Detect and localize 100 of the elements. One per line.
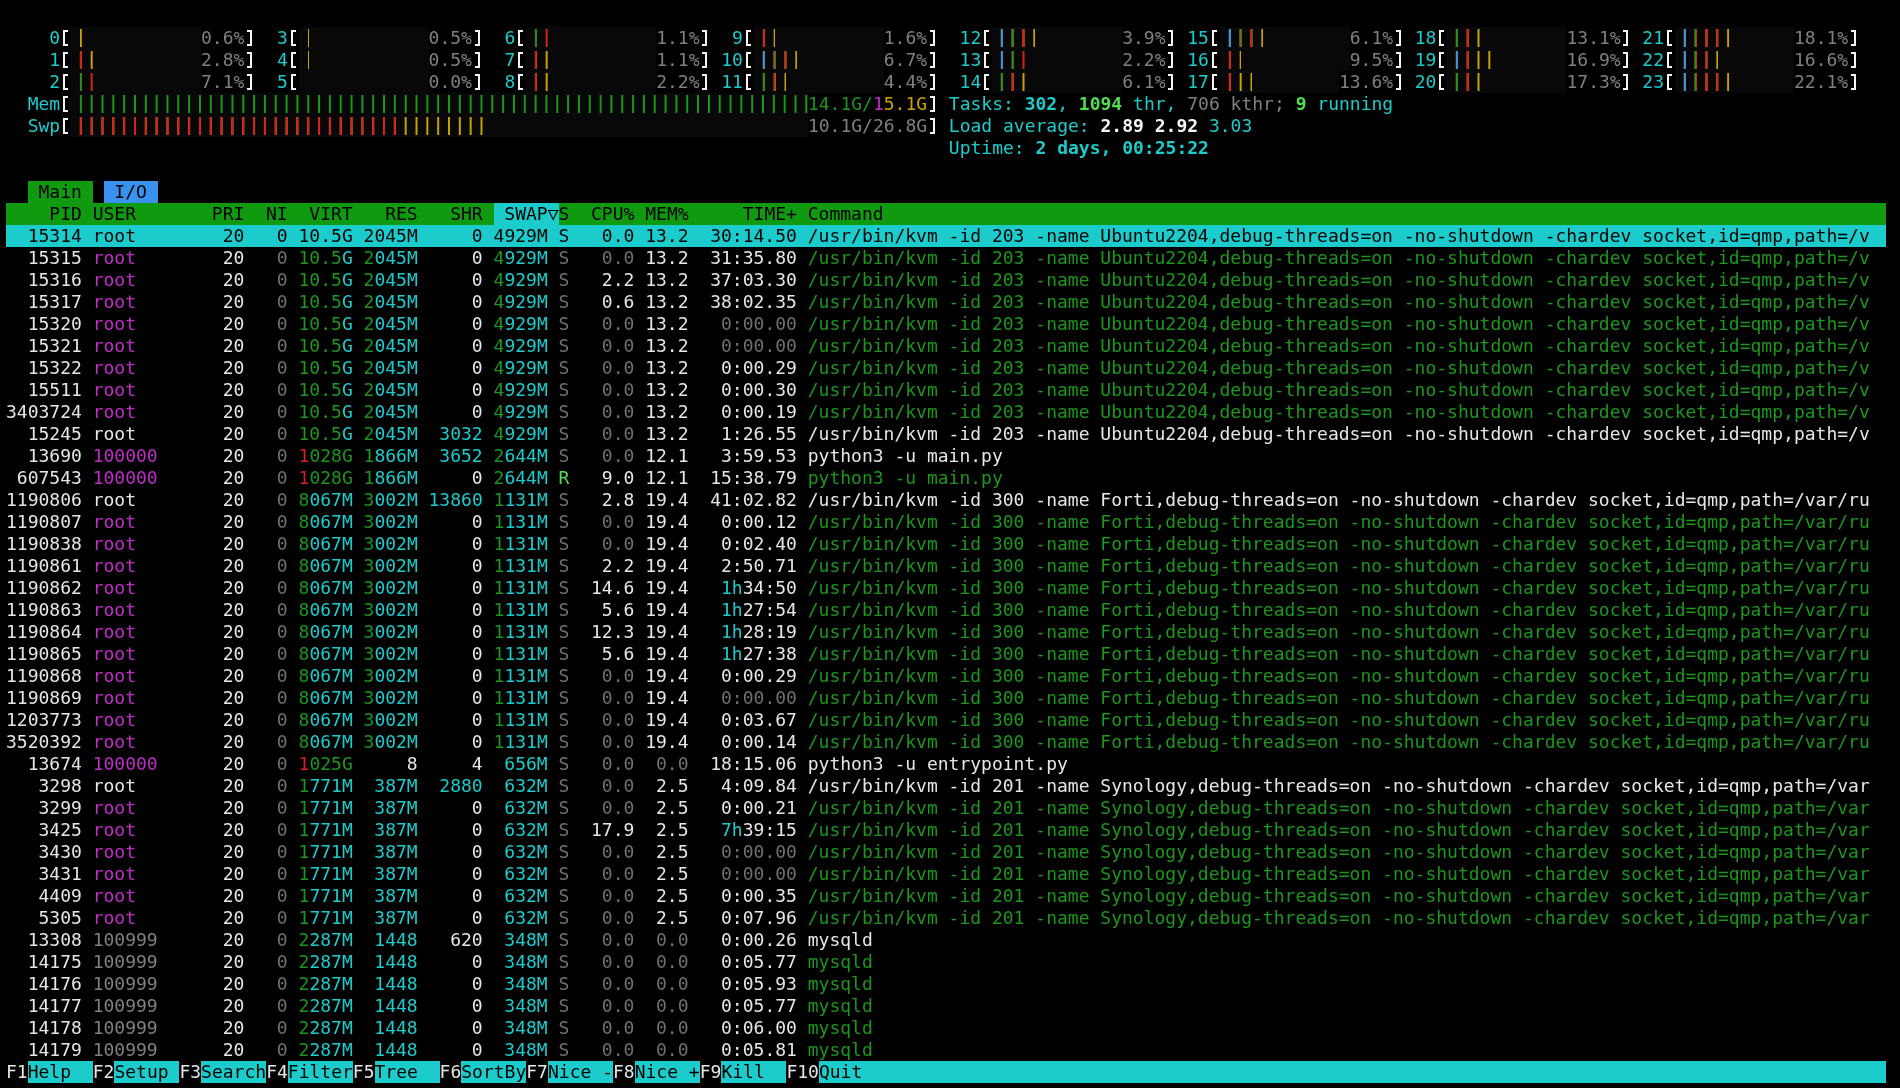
process-row[interactable]: 14175 100999 20 0 2287M 1448 0 348M S 0.0 0.0 0:05.77 mysqld [6, 951, 1886, 973]
process-row[interactable]: 15317 root 20 0 10.5G 2045M 0 4929M S 0.6 13.2 38:02.35 /usr/bin/kvm -id 203 -name Ubuntu2204,debug-threads=on -no-shutdown -chardev socket,id=qmp,path=/v [6, 291, 1886, 313]
table-cell-text: root [92, 687, 138, 709]
column-header[interactable]: NI [255, 203, 288, 225]
table-cell-text: 0 [470, 1039, 483, 1061]
table-cell-text: 0.0 [600, 1017, 635, 1039]
table-cell: 2045M [363, 313, 418, 335]
table-cell-text: 41:02.82 [709, 489, 797, 511]
bracket-icon [1851, 74, 1857, 90]
process-row[interactable]: 14179 100999 20 0 2287M 1448 0 348M S 0.0 0.0 0:05.81 mysqld [6, 1039, 1886, 1061]
bracket-icon [1851, 52, 1857, 68]
table-cell: 1190864 [6, 621, 82, 643]
process-row[interactable]: 3430 root 20 0 1771M 387M 0 632M S 0.0 2.5 0:00.00 /usr/bin/kvm -id 201 -name Synology,debug-threads=on -no-shutdown -chardev socket,id=qmp,path=/var [6, 841, 1886, 863]
process-row[interactable]: 5305 root 20 0 1771M 387M 0 632M S 0.0 2.5 0:07.96 /usr/bin/kvm -id 201 -name Synology,debug-threads=on -no-shutdown -chardev socket,id=qmp,path=/var [6, 907, 1886, 929]
table-cell-text: 0.0 [600, 247, 635, 269]
process-row[interactable]: 1190864 root 20 0 8067M 3002M 0 1131M S 12.3 19.4 1h28:19 /usr/bin/kvm -id 300 -name Forti,debug-threads=on -no-shutdown -chardev socket,id=qmp,path=/var/ru [6, 621, 1886, 643]
process-row[interactable]: 1190863 root 20 0 8067M 3002M 0 1131M S 5.6 19.4 1h27:54 /usr/bin/kvm -id 300 -name Forti,debug-threads=on -no-shutdown -chardev socket,id=qmp,path=/var/ru [6, 599, 1886, 621]
table-cell-text: 0 [275, 401, 288, 423]
process-row[interactable]: 15245 root 20 0 10.5G 2045M 3032 4929M S 0.0 13.2 1:26.55 /usr/bin/kvm -id 203 -name Ubuntu2204,debug-threads=on -no-shutdown -chardev socket,id=qmp,path=/v [6, 423, 1886, 445]
process-row[interactable]: 3298 root 20 0 1771M 387M 2880 632M S 0.0 2.5 4:09.84 /usr/bin/kvm -id 201 -name Synology,debug-threads=on -no-shutdown -chardev socket,id=qmp,path=/var [6, 775, 1886, 797]
column-header[interactable]: SWAP▽ [493, 203, 559, 225]
process-row[interactable]: 14176 100999 20 0 2287M 1448 0 348M S 0.0 0.0 0:05.93 mysqld [6, 973, 1886, 995]
tab[interactable]: Main [27, 181, 93, 203]
table-cell-text: 0 [275, 687, 288, 709]
meter-label: 16 [1186, 49, 1209, 71]
table-cell: 10.5G [298, 379, 353, 401]
table-cell: 2644M [493, 445, 548, 467]
column-header[interactable]: MEM% [645, 203, 689, 225]
table-cell: 10.5G [298, 225, 353, 247]
process-row[interactable]: 1190806 root 20 0 8067M 3002M 13860 1131M S 2.8 19.4 41:02.82 /usr/bin/kvm -id 300 -name Forti,debug-threads=on -no-shutdown -chardev socket,id=qmp,path=/var/ru [6, 489, 1886, 511]
table-cell: 1025G [298, 753, 353, 775]
table-cell-text: 0 [275, 445, 288, 467]
process-row[interactable]: 3431 root 20 0 1771M 387M 0 632M S 0.0 2.5 0:00.00 /usr/bin/kvm -id 201 -name Synology,debug-threads=on -no-shutdown -chardev socket,id=qmp,path=/var [6, 863, 1886, 885]
column-header[interactable]: PID [6, 203, 82, 225]
process-row[interactable]: 3425 root 20 0 1771M 387M 0 632M S 17.9 2.5 7h39:15 /usr/bin/kvm -id 201 -name Synology,debug-threads=on -no-shutdown -chardev socket,id=qmp,path=/var [6, 819, 1886, 841]
process-row[interactable]: 3520392 root 20 0 8067M 3002M 0 1131M S 0.0 19.4 0:00.14 /usr/bin/kvm -id 300 -name Forti,debug-threads=on -no-shutdown -chardev socket,id=qmp,path=/var/ru [6, 731, 1886, 753]
process-row[interactable]: 1190807 root 20 0 8067M 3002M 0 1131M S 0.0 19.4 0:00.12 /usr/bin/kvm -id 300 -name Forti,debug-threads=on -no-shutdown -chardev socket,id=qmp,path=/var/ru [6, 511, 1886, 533]
process-row[interactable]: 3299 root 20 0 1771M 387M 0 632M S 0.0 2.5 0:00.21 /usr/bin/kvm -id 201 -name Synology,debug-threads=on -no-shutdown -chardev socket,id=qmp,path=/var [6, 797, 1886, 819]
meter-label: 15 [1186, 27, 1209, 49]
table-cell: 2045M [363, 335, 418, 357]
process-row[interactable]: 14177 100999 20 0 2287M 1448 0 348M S 0.0 0.0 0:05.77 mysqld [6, 995, 1886, 1017]
process-row[interactable]: 15320 root 20 0 10.5G 2045M 0 4929M S 0.0 13.2 0:00.00 /usr/bin/kvm -id 203 -name Ubuntu2204,debug-threads=on -no-shutdown -chardev socket,id=qmp,path=/v [6, 313, 1886, 335]
process-row[interactable]: 13690 100000 20 0 1028G 1866M 3652 2644M S 0.0 12.1 3:59.53 python3 -u main.py [6, 445, 1886, 467]
column-header[interactable]: PRI [201, 203, 245, 225]
table-cell-text: 0 [275, 709, 288, 731]
table-cell-text: root [92, 489, 138, 511]
table-cell-text: 1448 [373, 951, 418, 973]
table-cell-text: 1448 [373, 1017, 418, 1039]
process-row[interactable]: 1190865 root 20 0 8067M 3002M 0 1131M S 5.6 19.4 1h27:38 /usr/bin/kvm -id 300 -name Forti,debug-threads=on -no-shutdown -chardev socket,id=qmp,path=/var/ru [6, 643, 1886, 665]
meter-value: 4.4% [883, 71, 928, 93]
process-row[interactable]: 13308 100999 20 0 2287M 1448 620 348M S 0.0 0.0 0:00.26 mysqld [6, 929, 1886, 951]
column-header[interactable]: TIME+ [699, 203, 797, 225]
table-cell-text: 348M [503, 1039, 548, 1061]
process-row[interactable]: 13674 100000 20 0 1025G 8 4 656M S 0.0 0.0 18:15.06 python3 -u entrypoint.py [6, 753, 1886, 775]
table-cell: 3002M [363, 577, 418, 599]
table-cell-text: 1:26.55 [720, 423, 797, 445]
meter-value: 10.1G/26.8G [807, 115, 928, 137]
table-cell: 4929M [493, 269, 548, 291]
table-cell-text: 0 [470, 247, 483, 269]
process-row[interactable]: 4409 root 20 0 1771M 387M 0 632M S 0.0 2.5 0:00.35 /usr/bin/kvm -id 201 -name Synology,debug-threads=on -no-shutdown -chardev socket,id=qmp,path=/var [6, 885, 1886, 907]
process-row[interactable]: 1190861 root 20 0 8067M 3002M 0 1131M S 2.2 19.4 2:50.71 /usr/bin/kvm -id 300 -name Forti,debug-threads=on -no-shutdown -chardev socket,id=qmp,path=/var/ru [6, 555, 1886, 577]
process-row[interactable]: 15321 root 20 0 10.5G 2045M 0 4929M S 0.0 13.2 0:00.00 /usr/bin/kvm -id 203 -name Ubuntu2204,debug-threads=on -no-shutdown -chardev socket,id=qmp,path=/v [6, 335, 1886, 357]
table-cell-text: 0 [470, 797, 483, 819]
process-row[interactable]: 607543 100000 20 0 1028G 1866M 0 2644M R 9.0 12.1 15:38.79 python3 -u main.py [6, 467, 1886, 489]
meter-label: 8 [503, 71, 516, 93]
process-row[interactable]: 1190862 root 20 0 8067M 3002M 0 1131M S 14.6 19.4 1h34:50 /usr/bin/kvm -id 300 -name Forti,debug-threads=on -no-shutdown -chardev socket,id=qmp,path=/var/ru [6, 577, 1886, 599]
table-cell-text: 0.0 [600, 335, 635, 357]
tab[interactable]: I/O [103, 181, 158, 203]
table-cell-text: /usr/bin/kvm -id 203 -name Ubuntu2204,debug-threads=on -no-shutdown -chardev socket,id=qmp,path=/v [807, 423, 1871, 445]
table-cell-text: /usr/bin/kvm -id 203 -name Ubuntu2204,debug-threads=on -no-shutdown -chardev socket,id=qmp,path=/v [807, 335, 1871, 357]
process-row[interactable]: 1203773 root 20 0 8067M 3002M 0 1131M S 0.0 19.4 0:03.67 /usr/bin/kvm -id 300 -name Forti,debug-threads=on -no-shutdown -chardev socket,id=qmp,path=/var/ru [6, 709, 1886, 731]
process-row[interactable]: 3403724 root 20 0 10.5G 2045M 0 4929M S 0.0 13.2 0:00.19 /usr/bin/kvm -id 203 -name Ubuntu2204,debug-threads=on -no-shutdown -chardev socket,id=qmp,path=/v [6, 401, 1886, 423]
process-row[interactable]: 1190868 root 20 0 8067M 3002M 0 1131M S 0.0 19.4 0:00.29 /usr/bin/kvm -id 300 -name Forti,debug-threads=on -no-shutdown -chardev socket,id=qmp,path=/var/ru [6, 665, 1886, 687]
table-cell-text: 0 [470, 225, 483, 247]
column-header[interactable]: SHR [428, 203, 483, 225]
process-row[interactable]: 15322 root 20 0 10.5G 2045M 0 4929M S 0.0 13.2 0:00.29 /usr/bin/kvm -id 203 -name Ubuntu2204,debug-threads=on -no-shutdown -chardev socket,id=qmp,path=/v [6, 357, 1886, 379]
column-header[interactable]: VIRT [298, 203, 353, 225]
column-header[interactable]: USER [92, 203, 191, 225]
process-row[interactable]: 14178 100999 20 0 2287M 1448 0 348M S 0.0 0.0 0:06.00 mysqld [6, 1017, 1886, 1039]
table-cell-text: 3032 [438, 423, 483, 445]
table-cell-text: 20 [221, 951, 245, 973]
table-cell-text: 387M [373, 797, 418, 819]
bracket-icon [518, 74, 524, 90]
table-cell-text: root [92, 621, 138, 643]
table-cell: 3002M [363, 511, 418, 533]
column-header[interactable]: CPU% [580, 203, 635, 225]
process-row[interactable]: 1190869 root 20 0 8067M 3002M 0 1131M S 0.0 19.4 0:00.00 /usr/bin/kvm -id 300 -name Forti,debug-threads=on -no-shutdown -chardev socket,id=qmp,path=/var/ru [6, 687, 1886, 709]
table-cell-text: 3430 [37, 841, 82, 863]
process-row[interactable]: 15511 root 20 0 10.5G 2045M 0 4929M S 0.0 13.2 0:00.30 /usr/bin/kvm -id 203 -name Ubuntu2204,debug-threads=on -no-shutdown -chardev socket,id=qmp,path=/v [6, 379, 1886, 401]
column-header[interactable]: Command [807, 203, 884, 225]
process-row[interactable]: 1190838 root 20 0 8067M 3002M 0 1131M S 0.0 19.4 0:02.40 /usr/bin/kvm -id 300 -name Forti,debug-threads=on -no-shutdown -chardev socket,id=qmp,path=/var/ru [6, 533, 1886, 555]
meter-value: 6.1% [1349, 27, 1394, 49]
column-header[interactable]: RES [363, 203, 418, 225]
bracket-icon [247, 30, 253, 46]
table-cell-text: 0 [470, 709, 483, 731]
process-row[interactable]: 15315 root 20 0 10.5G 2045M 0 4929M S 0.0 13.2 31:35.80 /usr/bin/kvm -id 203 -name Ubuntu2204,debug-threads=on -no-shutdown -chardev socket,id=qmp,path=/v [6, 247, 1886, 269]
process-row[interactable]: 15316 root 20 0 10.5G 2045M 0 4929M S 2.2 13.2 37:03.30 /usr/bin/kvm -id 203 -name Ubuntu2204,debug-threads=on -no-shutdown -chardev socket,id=qmp,path=/v [6, 269, 1886, 291]
table-cell-text: 15317 [26, 291, 82, 313]
table-cell: 1771M [298, 863, 353, 885]
process-row[interactable]: 15314 root 20 0 10.5G 2045M 0 4929M S 0.0 13.2 30:14.50 /usr/bin/kvm -id 203 -name Ubuntu2204,debug-threads=on -no-shutdown -chardev socket,id=qmp,path=/v [6, 225, 1886, 247]
